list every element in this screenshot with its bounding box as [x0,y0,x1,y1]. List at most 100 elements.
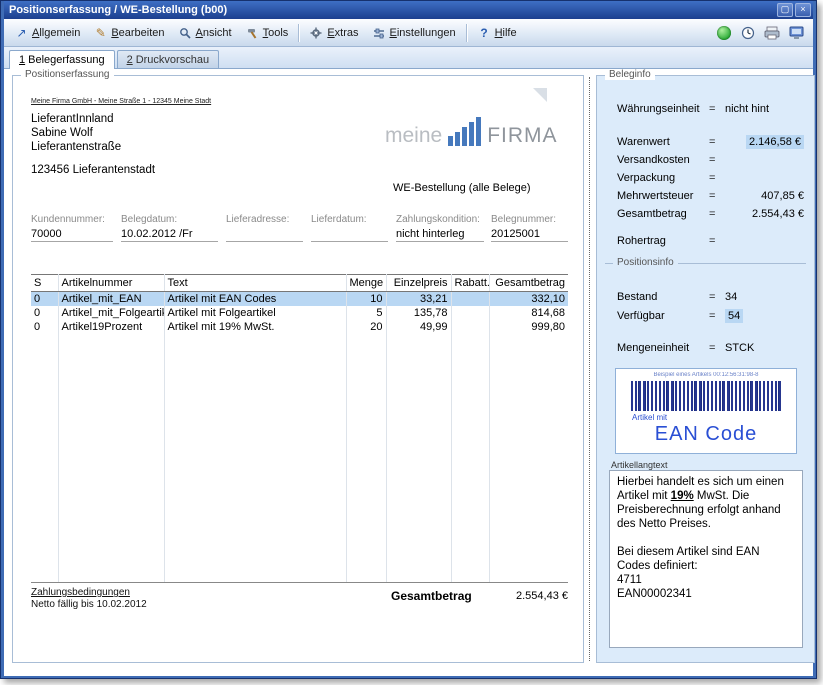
table-row[interactable]: 0 Artikel_mit_EAN Artikel mit EAN Codes … [31,292,568,307]
equals-sign: = [709,172,725,184]
application-window: Positionserfassung / WE-Bestellung (b00)… [0,0,823,685]
toolbar-right-icons [715,24,809,42]
field-zahlungskondition: Zahlungskondition: nicht hinterleg [396,214,484,242]
logo-bars-icon [448,116,481,146]
col-header-menge: Menge [346,275,386,292]
window-controls: ▢ × [777,3,813,17]
header-fields: Kundennummer: 70000 Belegdatum: 10.02.20… [13,214,585,254]
field-value[interactable] [311,228,388,242]
col-header-s: S [31,275,58,292]
tab-druckvorschau[interactable]: 2Druckvorschau [117,50,219,68]
positionsinfo-row-verfuegbar: Verfügbar = 54 [597,307,814,324]
table-row[interactable]: 0 Artikel_mit_Folgeartikel Artikel mit F… [31,306,568,320]
col-header-gesamtbetrag: Gesamtbetrag [489,275,568,292]
cell-einzelpreis: 33,21 [386,292,451,307]
monitor-button[interactable] [787,24,805,42]
barcode-icon [631,381,781,411]
logo-text-firma: FIRMA [487,126,557,146]
positionsinfo-row-bestand: Bestand = 34 [597,288,814,305]
gesamtbetrag-label: Gesamtbetrag [391,589,472,603]
cell-rabatt [451,320,489,334]
langtext-code2: EAN00002341 [617,587,795,601]
cell-menge: 20 [346,320,386,334]
equals-sign: = [709,103,725,115]
close-button[interactable]: × [795,3,811,17]
faelligkeit-text: Netto fällig bis 10.02.2012 [31,599,147,610]
equals-sign: = [709,342,725,354]
menu-toolbar: ↗ Allgemein ✎ Bearbeiten Ansicht Tools [4,19,813,47]
row-label: Verfügbar [617,310,709,322]
gesamtbetrag-value: 2.554,43 € [516,590,568,602]
row-label: Mehrwertsteuer [617,190,709,202]
tab-number: 1 [19,54,25,66]
hammer-icon [246,27,259,39]
clock-button[interactable] [739,24,757,42]
positionserfassung-group: Positionserfassung Meine Firma GmbH - Me… [12,75,584,663]
field-value[interactable]: 20125001 [491,228,568,242]
arrow-icon: ↗ [15,27,28,39]
menu-einstellungen[interactable]: Einstellungen [366,25,463,41]
artikellangtext-box: Hierbei handelt es sich um einen Artikel… [609,470,803,648]
menu-tools[interactable]: Tools [239,25,296,41]
langtext-paragraph1: Hierbei handelt es sich um einen Artikel… [617,475,795,531]
beleginfo-row-gesamtbetrag: Gesamtbetrag = 2.554,43 € [597,205,814,222]
cell-gesamtbetrag: 814,68 [489,306,568,320]
menu-allgemein[interactable]: ↗ Allgemein [8,25,87,41]
cell-einzelpreis: 135,78 [386,306,451,320]
field-belegdatum: Belegdatum: 10.02.2012 /Fr [121,214,218,242]
row-value: 34 [725,291,804,303]
menu-hilfe[interactable]: ? Hilfe [471,25,524,41]
cell-menge: 10 [346,292,386,307]
menu-bearbeiten[interactable]: ✎ Bearbeiten [87,25,171,41]
printer-button[interactable] [763,24,781,42]
menu-label: Hilfe [495,27,517,39]
menu-label: Tools [263,27,289,39]
monitor-icon [789,26,804,40]
maximize-button[interactable]: ▢ [777,3,793,17]
group-label: Beleginfo [605,69,655,80]
barcode-line1: Artikel mit [632,413,796,422]
row-label: Gesamtbetrag [617,208,709,220]
col-header-einzelpreis: Einzelpreis [386,275,451,292]
cell-s: 0 [31,306,58,320]
cell-artikelnummer: Artikel_mit_EAN [58,292,164,307]
field-value[interactable]: 70000 [31,228,113,242]
row-value-highlighted: 54 [725,309,743,323]
cell-text: Artikel mit 19% MwSt. [164,320,346,334]
beleginfo-row-versandkosten: Versandkosten = [597,151,814,168]
row-label: Warenwert [617,136,709,148]
dotted-divider [589,77,590,661]
field-value[interactable] [226,228,303,242]
cell-text: Artikel mit Folgeartikel [164,306,346,320]
menu-ansicht[interactable]: Ansicht [172,25,239,41]
beleginfo-row-mehrwertsteuer: Mehrwertsteuer = 407,85 € [597,187,814,204]
field-value[interactable]: 10.02.2012 /Fr [121,228,218,242]
field-lieferdatum: Lieferdatum: [311,214,388,242]
tab-strip: 1Belegerfassung 2Druckvorschau [4,47,813,69]
pencil-icon: ✎ [94,27,107,39]
menu-extras[interactable]: Extras [303,25,365,41]
row-label: Rohertrag [617,235,709,247]
tab-number: 2 [127,54,133,66]
cell-artikelnummer: Artikel_mit_Folgeartikel [58,306,164,320]
row-value: nicht hint [725,103,804,115]
printer-icon [764,26,780,40]
equals-sign: = [709,208,725,220]
clock-icon [741,26,755,40]
tab-belegerfassung[interactable]: 1Belegerfassung [9,50,115,69]
zahlungsbedingungen-link[interactable]: Zahlungsbedingungen [31,587,130,598]
cell-menge: 5 [346,306,386,320]
field-value[interactable]: nicht hinterleg [396,228,484,242]
field-label: Belegnummer: [491,214,568,225]
cell-s: 0 [31,320,58,334]
table-row[interactable]: 0 Artikel19Prozent Artikel mit 19% MwSt.… [31,320,568,334]
col-header-rabatt: Rabatt. [451,275,489,292]
gear-icon [310,27,323,39]
globe-button[interactable] [715,24,733,42]
group-label: Positionserfassung [21,69,114,80]
positions-table: S Artikelnummer Text Menge Einzelpreis R… [31,274,568,582]
equals-sign: = [709,190,725,202]
company-line: Meine Firma GmbH - Meine Straße 1 - 1234… [31,98,211,105]
field-label: Lieferadresse: [226,214,303,225]
cell-rabatt [451,306,489,320]
